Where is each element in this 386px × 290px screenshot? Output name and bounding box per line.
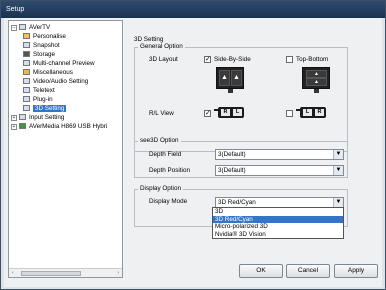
depth-position-select[interactable]: 3(Default) ▼ — [215, 165, 344, 176]
snapshot-icon — [23, 42, 30, 48]
chevron-down-icon[interactable]: ▼ — [333, 166, 343, 175]
tree-item-3d-setting[interactable]: 3D Setting — [23, 105, 67, 113]
device-icon — [19, 123, 26, 129]
rl-view-checkbox-1[interactable]: ✓ — [204, 110, 211, 117]
avertv-icon — [19, 24, 26, 30]
dropdown-option[interactable]: Micro-polarized 3D — [213, 223, 343, 231]
depth-field-label: Depth Field — [149, 151, 182, 158]
chevron-down-icon[interactable]: ▼ — [333, 150, 343, 159]
top-bottom-preview-icon: ▲ ▲ — [302, 67, 330, 93]
rl-view-checkbox-2[interactable] — [286, 110, 293, 117]
tree-item-plugin[interactable]: Plug-in — [23, 96, 53, 104]
chevron-down-icon[interactable]: ▼ — [333, 198, 343, 207]
see3d-option-title: see3D Option — [138, 137, 181, 145]
expand-icon[interactable]: + — [11, 115, 17, 121]
tree-root-avertv[interactable]: AVerTV — [19, 24, 50, 32]
window-title: Setup — [1, 1, 385, 18]
tree-item-miscellaneous[interactable]: Miscellaneous — [23, 69, 73, 77]
scroll-right-icon[interactable]: › — [117, 270, 119, 276]
personalise-icon — [23, 33, 30, 39]
collapse-icon[interactable]: − — [11, 25, 17, 31]
apply-button[interactable]: Apply — [334, 264, 378, 278]
storage-icon — [23, 51, 30, 57]
display-mode-dropdown[interactable]: 3D 3D Red/Cyan Micro-polarized 3D Nvidia… — [212, 207, 344, 239]
plugin-icon — [23, 96, 30, 102]
expand-icon[interactable]: + — [11, 124, 17, 130]
teletext-icon — [23, 87, 30, 93]
client-area: − AVerTV Personalise Snapshot Storage Mu… — [4, 18, 382, 287]
tree-item-snapshot[interactable]: Snapshot — [23, 42, 60, 50]
rl-glasses-icon: RL — [214, 107, 244, 119]
dropdown-option[interactable]: Nvidia® 3D Vision — [213, 231, 343, 239]
side-by-side-preview-icon: ▲ ▲ — [216, 67, 244, 93]
depth-position-label: Depth Position — [149, 167, 190, 174]
tree-item-storage[interactable]: Storage — [23, 51, 55, 59]
lr-glasses-icon: LR — [296, 107, 326, 119]
scroll-left-icon[interactable]: ‹ — [12, 270, 14, 276]
cancel-button[interactable]: Cancel — [286, 264, 330, 278]
settings-tree[interactable]: − AVerTV Personalise Snapshot Storage Mu… — [8, 20, 123, 278]
dropdown-option-selected[interactable]: 3D Red/Cyan — [213, 215, 343, 223]
side-by-side-checkbox[interactable]: ✓ — [204, 56, 211, 63]
dropdown-option[interactable]: 3D — [213, 208, 343, 216]
tree-item-video-audio[interactable]: Video/Audio Setting — [23, 78, 88, 86]
scroll-thumb[interactable] — [21, 271, 81, 276]
general-option-title: General Option — [138, 43, 185, 51]
video-audio-icon — [23, 78, 30, 84]
miscellaneous-icon — [23, 69, 30, 75]
top-bottom-checkbox[interactable] — [286, 56, 293, 63]
input-setting-icon — [19, 114, 26, 120]
rl-view-label: R/L View — [149, 110, 174, 117]
tree-item-multichannel[interactable]: Multi-channel Preview — [23, 60, 95, 68]
3d-layout-label: 3D Layout — [149, 56, 178, 63]
side-by-side-label: Side-By-Side — [214, 56, 251, 63]
display-option-title: Display Option — [138, 185, 183, 193]
setup-window: Setup − AVerTV Personalise Snapshot Stor… — [0, 0, 386, 290]
multichannel-icon — [23, 60, 30, 66]
tree-input-setting[interactable]: Input Setting — [19, 114, 64, 122]
3d-setting-icon — [23, 105, 30, 111]
tree-item-personalise[interactable]: Personalise — [23, 33, 66, 41]
tree-item-teletext[interactable]: Teletext — [23, 87, 55, 95]
tree-device[interactable]: AVerMedia H869 USB Hybri — [19, 123, 107, 131]
ok-button[interactable]: OK — [239, 264, 283, 278]
horizontal-scrollbar[interactable]: ‹ › — [9, 268, 122, 277]
top-bottom-label: Top-Bottom — [296, 56, 329, 63]
depth-field-select[interactable]: 3(Default) ▼ — [215, 149, 344, 160]
display-mode-label: Display Mode — [149, 198, 188, 205]
